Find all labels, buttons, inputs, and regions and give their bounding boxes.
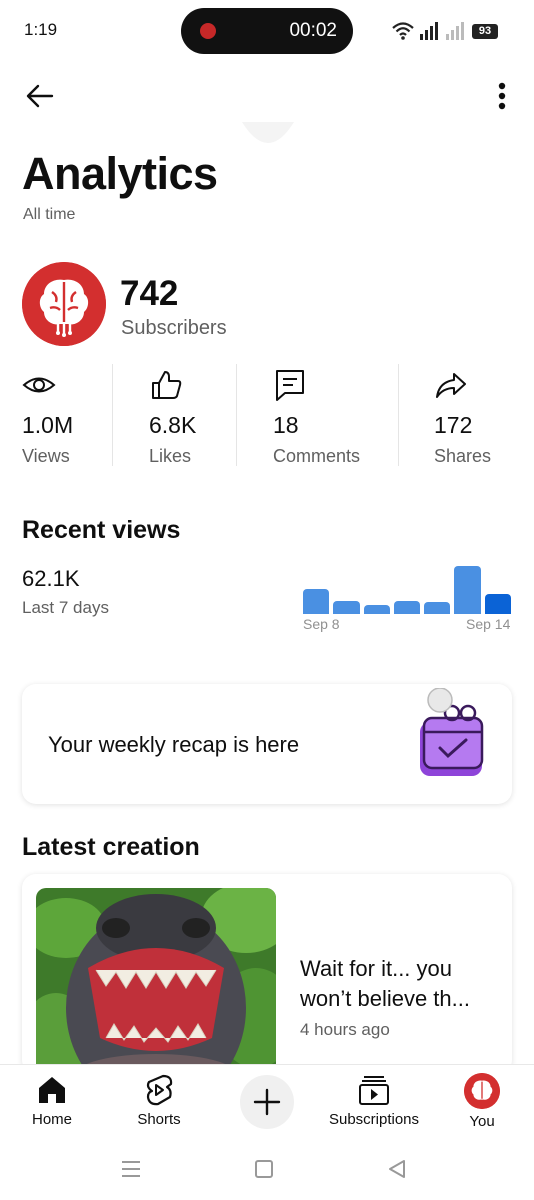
nav-you[interactable]: You bbox=[432, 1073, 532, 1133]
shorts-icon bbox=[146, 1074, 173, 1106]
stat-value: 18 bbox=[273, 412, 299, 438]
chart-bar bbox=[484, 594, 511, 614]
more-vertical-icon bbox=[498, 82, 506, 110]
chart-end-label: Sep 14 bbox=[466, 616, 511, 632]
stat-likes[interactable]: 6.8K Likes bbox=[149, 364, 235, 468]
video-posted-time: 4 hours ago bbox=[300, 1020, 390, 1039]
stat-views[interactable]: 1.0M Views bbox=[22, 364, 112, 468]
home-icon bbox=[39, 1077, 65, 1103]
nav-label: You bbox=[469, 1113, 495, 1130]
channel-avatar[interactable] bbox=[22, 262, 106, 346]
recent-views-title: Recent views bbox=[22, 516, 181, 544]
chart-bar bbox=[363, 605, 390, 614]
stat-label: Comments bbox=[273, 446, 361, 466]
weekly-recap-card[interactable]: Your weekly recap is here bbox=[22, 684, 512, 804]
stat-label: Views bbox=[22, 446, 70, 466]
chart-bar bbox=[424, 602, 451, 614]
chart-bar bbox=[333, 601, 360, 614]
eye-icon bbox=[22, 377, 56, 393]
status-icons: 93 bbox=[392, 20, 502, 42]
back-arrow-icon bbox=[26, 84, 54, 108]
nav-home[interactable]: Home bbox=[2, 1073, 102, 1133]
nav-subscriptions[interactable]: Subscriptions bbox=[324, 1073, 424, 1133]
chart-start-label: Sep 8 bbox=[303, 616, 340, 632]
latest-creation-title: Latest creation bbox=[22, 833, 200, 861]
recent-views-period: Last 7 days bbox=[22, 598, 109, 617]
battery-indicator: 93 bbox=[472, 24, 498, 39]
signal-icon bbox=[392, 22, 464, 40]
video-title[interactable]: Wait for it... you won’t believe th... bbox=[300, 954, 500, 1014]
video-thumbnail[interactable] bbox=[36, 888, 276, 1074]
page-title: Analytics bbox=[22, 148, 218, 199]
pull-refresh-indicator bbox=[242, 122, 294, 143]
more-options-button[interactable] bbox=[488, 78, 516, 114]
share-icon bbox=[436, 373, 466, 398]
thumbs-up-icon bbox=[152, 371, 182, 399]
comment-icon bbox=[276, 370, 304, 401]
home-square-icon[interactable] bbox=[251, 1156, 277, 1182]
recap-text: Your weekly recap is here bbox=[48, 732, 300, 757]
chart-bar bbox=[454, 566, 481, 614]
status-bar: 1:19 00:02 93 bbox=[0, 0, 534, 62]
system-navigation-bar bbox=[0, 1140, 534, 1200]
calendar-icon bbox=[420, 688, 484, 776]
time-range-label: All time bbox=[23, 206, 76, 223]
stat-value: 6.8K bbox=[149, 412, 197, 438]
create-button[interactable] bbox=[240, 1075, 294, 1129]
stat-shares[interactable]: 172 Shares bbox=[434, 364, 514, 468]
subscriber-label: Subscribers bbox=[121, 317, 227, 339]
plus-icon bbox=[253, 1088, 281, 1116]
divider bbox=[236, 364, 237, 466]
recording-time: 00:02 bbox=[289, 20, 337, 41]
bottom-navigation: Home Shorts Subscriptions You bbox=[0, 1064, 534, 1140]
brain-circuit-icon bbox=[464, 1073, 500, 1109]
chart-bar bbox=[393, 601, 421, 614]
avatar bbox=[464, 1073, 500, 1109]
record-dot-icon bbox=[200, 23, 216, 39]
status-time: 1:19 bbox=[24, 20, 58, 39]
divider bbox=[112, 364, 113, 466]
nav-shorts[interactable]: Shorts bbox=[109, 1073, 209, 1133]
divider bbox=[398, 364, 399, 466]
stat-label: Shares bbox=[434, 446, 492, 466]
screen-recording-indicator[interactable]: 00:02 bbox=[181, 8, 353, 54]
recent-apps-icon[interactable] bbox=[118, 1156, 144, 1182]
brain-circuit-icon bbox=[22, 262, 106, 346]
nav-label: Subscriptions bbox=[328, 1111, 420, 1128]
chart-bar bbox=[303, 589, 330, 614]
subscriber-count: 742 bbox=[120, 274, 179, 313]
stat-value: 1.0M bbox=[22, 412, 74, 438]
video-thumbnail-image bbox=[36, 888, 276, 1074]
stat-value: 172 bbox=[434, 412, 473, 438]
back-button[interactable] bbox=[22, 78, 58, 114]
recent-views-chart[interactable] bbox=[303, 560, 511, 614]
stat-comments[interactable]: 18 Comments bbox=[273, 364, 393, 468]
subscriptions-icon bbox=[359, 1076, 389, 1105]
latest-creation-card[interactable]: Wait for it... you won’t believe th... 4… bbox=[22, 874, 512, 1074]
nav-label: Home bbox=[31, 1111, 72, 1128]
stat-label: Likes bbox=[149, 446, 192, 466]
back-triangle-icon[interactable] bbox=[384, 1156, 410, 1182]
recent-views-value: 62.1K bbox=[22, 566, 80, 591]
nav-label: Shorts bbox=[137, 1111, 181, 1128]
